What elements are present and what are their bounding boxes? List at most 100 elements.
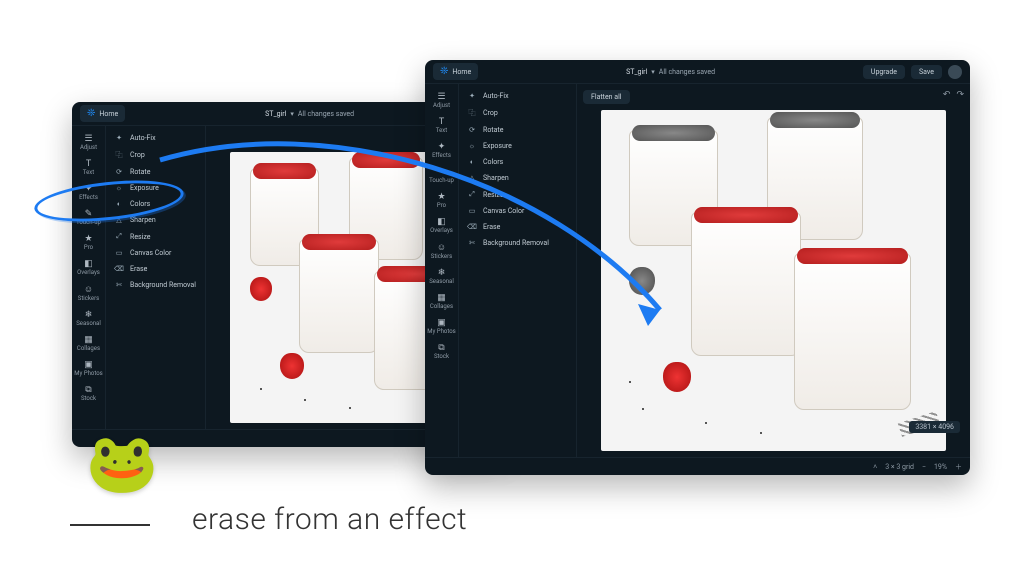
home-button[interactable]: ❊ Home [80,105,125,122]
canvascolor-icon: ▭ [467,207,477,215]
logo-icon: ❊ [87,108,95,119]
cat-effects[interactable]: ✦Effects [425,140,458,161]
cat-collages[interactable]: ▦Collages [425,291,458,312]
home-button[interactable]: ❊ Home [433,63,478,80]
erase-icon: ⌫ [114,265,124,273]
tool-list: ✦Auto-Fix ⿻Crop ⟳Rotate ☼Exposure ◐Color… [459,84,577,457]
cat-stickers[interactable]: ☺Stickers [72,282,105,304]
cat-collages[interactable]: ▦Collages [72,333,105,354]
tool-autofix[interactable]: ✦Auto-Fix [106,130,205,146]
zoom-in-icon[interactable]: ＋ [955,462,962,472]
cat-touchup[interactable]: ✎Touch-up [425,165,458,186]
cat-text[interactable]: TText [425,115,458,136]
tool-bgremoval[interactable]: ✄Background Removal [106,277,205,293]
tool-erase[interactable]: ⌫Erase [459,219,576,235]
cat-myphotos[interactable]: ▣My Photos [72,358,105,379]
tool-rotate[interactable]: ⟳Rotate [106,164,205,180]
stock-icon: ⧉ [438,343,444,353]
flatten-button[interactable]: Flatten all [583,90,630,104]
bottom-bar: ˄ 3 × 3 grid − 19% ＋ [425,457,970,475]
crop-icon: ⿻ [467,108,477,118]
grid-label[interactable]: 3 × 3 grid [885,463,914,471]
adjust-icon: ☰ [437,92,445,102]
caption-rule [70,524,150,526]
resize-icon: ⤢ [467,190,477,199]
bgremoval-icon: ✄ [467,239,477,247]
slide-caption: erase from an effect [192,502,467,537]
cat-text[interactable]: TText [72,157,105,178]
home-label: Home [99,110,118,118]
autofix-icon: ✦ [114,134,124,142]
cat-myphotos[interactable]: ▣My Photos [425,316,458,337]
photo-after[interactable] [601,110,946,451]
tool-resize[interactable]: ⤢Resize [459,186,576,203]
stickers-icon: ☺ [84,284,93,295]
avatar[interactable] [948,65,962,79]
crop-icon: ⿻ [114,150,124,160]
tool-list: ✦Auto-Fix ⿻Crop ⟳Rotate ☼Exposure ◐Color… [106,126,206,429]
tool-autofix[interactable]: ✦Auto-Fix [459,88,576,104]
effects-icon: ✦ [438,142,446,152]
cat-adjust[interactable]: ☰Adjust [72,132,105,153]
cat-seasonal[interactable]: ❄Seasonal [72,308,105,329]
category-rail: ☰Adjust TText ✦Effects ✎Touch-up ★Pro ◧O… [425,84,459,457]
tool-resize[interactable]: ⤢Resize [106,228,205,245]
file-name[interactable]: ST_girl [265,110,286,118]
frog-mascot-icon: 🐸 [86,430,158,498]
adjust-icon: ☰ [84,134,92,144]
bgremoval-icon: ✄ [114,281,124,289]
tool-erase[interactable]: ⌫Erase [106,261,205,277]
tool-rotate[interactable]: ⟳Rotate [459,122,576,138]
chevron-down-icon[interactable]: ▾ [651,68,655,76]
stickers-icon: ☺ [437,242,446,253]
cat-stock[interactable]: ⧉Stock [425,341,458,362]
seasonal-icon: ❄ [438,268,446,278]
tool-canvascolor[interactable]: ▭Canvas Color [459,203,576,219]
cat-overlays[interactable]: ◧Overlays [72,257,105,278]
myphotos-icon: ▣ [84,360,93,370]
pro-icon: ★ [437,192,445,202]
collages-icon: ▦ [84,335,93,345]
home-label: Home [452,68,471,76]
tool-bgremoval[interactable]: ✄Background Removal [459,235,576,251]
topbar-right: Upgrade Save [863,65,962,79]
cat-adjust[interactable]: ☰Adjust [425,90,458,111]
save-status: All changes saved [659,68,715,76]
colors-icon: ◐ [467,158,477,166]
rotate-icon: ⟳ [467,126,477,134]
pro-icon: ★ [84,234,92,244]
upgrade-button[interactable]: Upgrade [863,65,905,79]
redo-icon[interactable]: ↷ [956,90,964,100]
seasonal-icon: ❄ [85,310,93,320]
tool-canvascolor[interactable]: ▭Canvas Color [106,245,205,261]
save-button[interactable]: Save [911,65,942,79]
topbar: ❊ Home ST_girl ▾ All changes saved Upgra… [425,60,970,84]
tool-colors[interactable]: ◐Colors [459,154,576,170]
resize-icon: ⤢ [114,232,124,241]
cat-stickers[interactable]: ☺Stickers [425,240,458,262]
touchup-icon: ✎ [438,167,446,177]
zoom-out-icon[interactable]: − [922,463,926,471]
canvas-area[interactable]: Flatten all ↶ ↷ [577,84,970,457]
tool-exposure[interactable]: ☼Exposure [459,138,576,154]
collapse-icon[interactable]: ˄ [873,463,877,471]
cat-pro[interactable]: ★Pro [72,232,105,253]
zoom-value: 19% [934,463,947,471]
canvascolor-icon: ▭ [114,249,124,257]
chevron-down-icon[interactable]: ▾ [290,110,294,118]
undo-icon[interactable]: ↶ [943,90,951,100]
tool-crop[interactable]: ⿻Crop [106,146,205,164]
sharpen-icon: △ [467,174,477,182]
cat-seasonal[interactable]: ❄Seasonal [425,266,458,287]
tool-crop[interactable]: ⿻Crop [459,104,576,122]
file-title: ST_girl ▾ All changes saved [478,68,863,76]
tool-sharpen[interactable]: △Sharpen [459,170,576,186]
cat-pro[interactable]: ★Pro [425,190,458,211]
text-icon: T [86,159,91,169]
autofix-icon: ✦ [467,92,477,100]
exposure-icon: ☼ [467,142,477,150]
file-name[interactable]: ST_girl [626,68,647,76]
cat-stock[interactable]: ⧉Stock [72,383,105,404]
cat-overlays[interactable]: ◧Overlays [425,215,458,236]
text-icon: T [439,117,444,127]
